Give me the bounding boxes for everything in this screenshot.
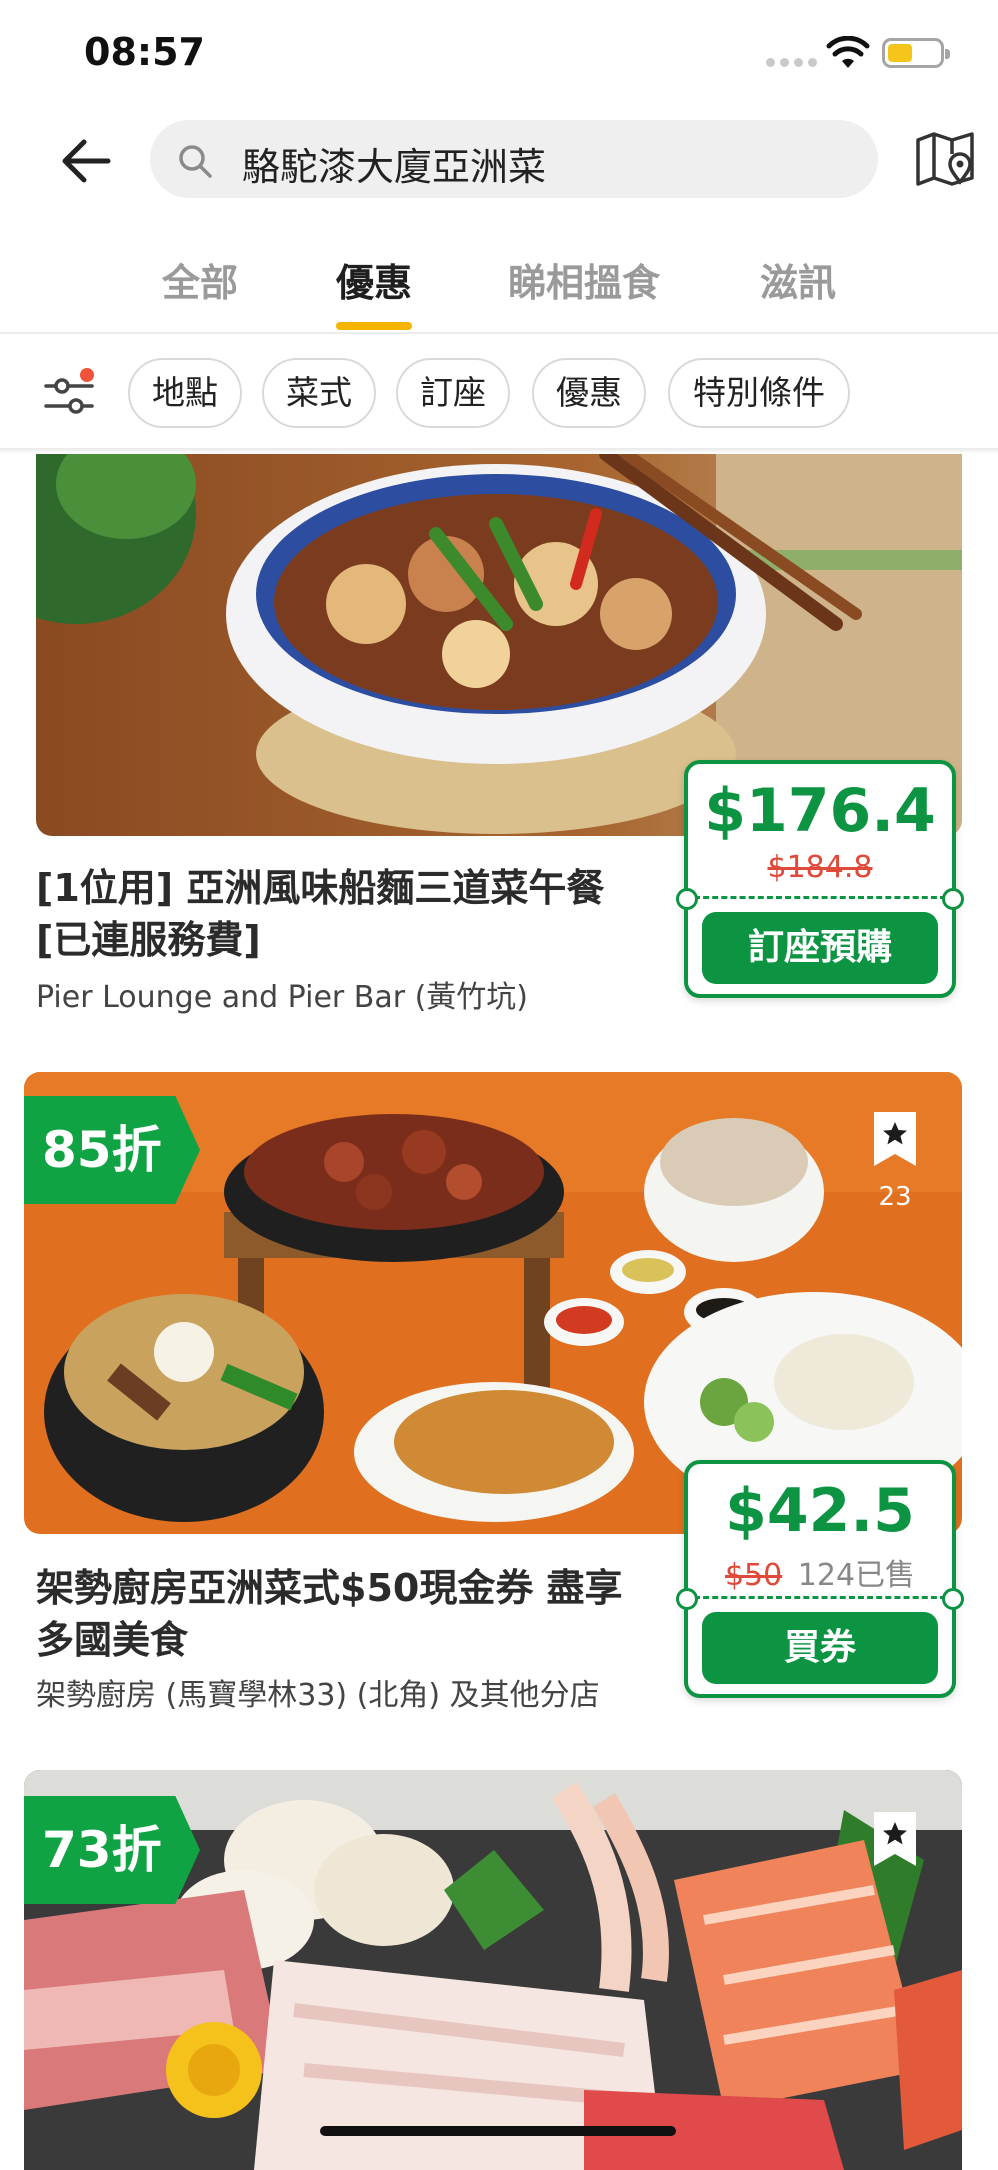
offer-price: $42.5: [725, 1476, 915, 1546]
offer-title-line: 架勢廚房亞洲菜式$50現金券 盡享: [36, 1566, 623, 1610]
bookmark-icon[interactable]: [870, 1108, 920, 1170]
restaurant-name[interactable]: Pier Lounge and Pier Bar (黃竹坑): [36, 972, 528, 1016]
tab-photo-food[interactable]: 睇相搵食: [508, 252, 660, 307]
dashed-divider: [694, 1596, 946, 1599]
filter-special-conditions[interactable]: 特別條件: [668, 358, 850, 428]
price-box: $42.5 $50 124已售 買券: [676, 1460, 964, 1698]
ticket-notch: [942, 1588, 964, 1610]
restaurant-name[interactable]: 架勢廚房 (馬寶學林33) (北角) 及其他分店: [36, 1670, 600, 1714]
wifi-icon: [826, 36, 870, 68]
ticket-notch: [942, 888, 964, 910]
offer-title[interactable]: [1位用] 亞洲風味船麵三道菜午餐 [已連服務費]: [36, 862, 676, 966]
filter-cuisine[interactable]: 菜式: [262, 358, 376, 428]
price-details: $50 124已售: [688, 1550, 952, 1594]
status-time: 08:57: [84, 30, 205, 74]
offer-title-line: 多國美食: [36, 1618, 189, 1662]
offer-title[interactable]: 架勢廚房亞洲菜式$50現金券 盡享 多國美食: [36, 1562, 676, 1666]
filter-booking[interactable]: 訂座: [396, 358, 510, 428]
dashed-divider: [694, 896, 946, 899]
bookmark-count: 23: [878, 1182, 912, 1212]
home-indicator: [320, 2126, 676, 2136]
original-price: $184.8: [767, 850, 873, 885]
battery-icon: [882, 38, 950, 68]
discount-badge: 85折: [24, 1096, 200, 1204]
filter-offers[interactable]: 優惠: [532, 358, 646, 428]
cellular-signal-icon: [766, 58, 817, 67]
map-icon[interactable]: [910, 124, 980, 194]
ticket-notch: [676, 888, 698, 910]
search-query[interactable]: 駱駝漆大廈亞洲菜: [242, 136, 546, 191]
tab-offers[interactable]: 優惠: [336, 252, 412, 307]
ticket-notch: [676, 1588, 698, 1610]
active-tab-indicator: [336, 322, 412, 330]
tab-all[interactable]: 全部: [162, 252, 238, 307]
original-price: $50: [724, 1558, 783, 1593]
bookmark-icon[interactable]: [870, 1808, 920, 1870]
book-preorder-button[interactable]: 訂座預購: [702, 912, 938, 984]
sold-count: 124已售: [797, 1558, 916, 1593]
buy-voucher-button[interactable]: 買券: [702, 1612, 938, 1684]
offer-title-line: [已連服務費]: [36, 918, 261, 962]
filter-settings-icon[interactable]: [40, 366, 98, 424]
discount-badge: 73折: [24, 1796, 200, 1904]
offer-title-line: [1位用] 亞洲風味船麵三道菜午餐: [36, 866, 605, 910]
price-box: $176.4 $184.8 訂座預購: [676, 760, 964, 998]
filter-location[interactable]: 地點: [128, 358, 242, 428]
divider: [0, 332, 998, 334]
tab-news[interactable]: 滋訊: [760, 252, 836, 307]
offer-price: $176.4: [704, 776, 936, 846]
search-icon: [179, 145, 212, 178]
back-button[interactable]: [52, 126, 122, 196]
